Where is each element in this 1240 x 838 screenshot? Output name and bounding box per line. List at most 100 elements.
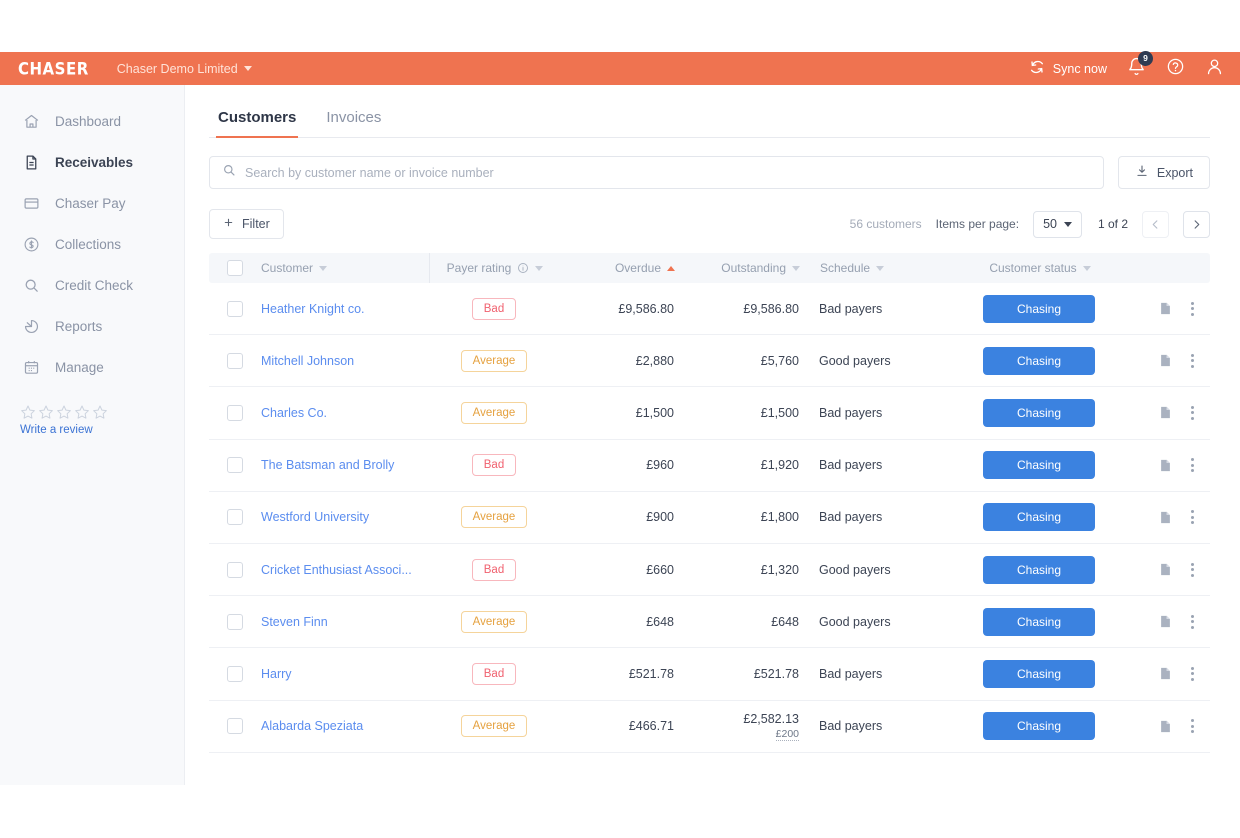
page-document-icon[interactable] bbox=[1158, 458, 1173, 473]
table-row[interactable]: Cricket Enthusiast Associ... Bad £660 £1… bbox=[209, 544, 1210, 597]
sidebar-item-credit-check[interactable]: Credit Check bbox=[0, 265, 184, 306]
info-icon[interactable] bbox=[517, 262, 529, 274]
next-page-button[interactable] bbox=[1183, 210, 1210, 238]
sidebar-label: Manage bbox=[55, 360, 104, 375]
chaser-logo[interactable]: CHASER bbox=[18, 58, 89, 78]
row-more-options-button[interactable] bbox=[1191, 458, 1194, 473]
row-more-options-button[interactable] bbox=[1191, 301, 1194, 316]
page-document-icon[interactable] bbox=[1158, 301, 1173, 316]
sidebar-label: Dashboard bbox=[55, 114, 122, 129]
table-row[interactable]: Mitchell Johnson Average £2,880 £5,760 G… bbox=[209, 335, 1210, 388]
row-more-options-button[interactable] bbox=[1191, 666, 1194, 681]
customer-name-link[interactable]: Mitchell Johnson bbox=[261, 354, 354, 368]
row-checkbox[interactable] bbox=[227, 404, 243, 421]
sidebar-label: Credit Check bbox=[55, 278, 134, 293]
page-document-icon[interactable] bbox=[1158, 614, 1173, 629]
customer-status-button[interactable]: Chasing bbox=[983, 712, 1095, 741]
row-checkbox[interactable] bbox=[227, 613, 243, 630]
row-checkbox[interactable] bbox=[227, 457, 243, 474]
row-actions-cell bbox=[1114, 458, 1210, 473]
row-checkbox[interactable] bbox=[227, 561, 243, 578]
customer-name-link[interactable]: Alabarda Speziata bbox=[261, 719, 363, 733]
help-icon[interactable] bbox=[1166, 57, 1185, 81]
search-icon bbox=[22, 277, 41, 294]
user-account-icon[interactable] bbox=[1205, 57, 1224, 81]
company-selector[interactable]: Chaser Demo Limited bbox=[117, 62, 252, 76]
row-checkbox[interactable] bbox=[227, 300, 243, 317]
customer-status-button[interactable]: Chasing bbox=[983, 503, 1095, 532]
row-select-cell bbox=[209, 665, 261, 682]
customer-status-button[interactable]: Chasing bbox=[983, 555, 1095, 584]
row-select-cell bbox=[209, 300, 261, 317]
column-overdue[interactable]: Overdue bbox=[560, 261, 675, 275]
filter-button[interactable]: Filter bbox=[209, 209, 284, 239]
customer-name-link[interactable]: Westford University bbox=[261, 510, 369, 524]
table-row[interactable]: Westford University Average £900 £1,800 … bbox=[209, 492, 1210, 544]
previous-page-button[interactable] bbox=[1142, 210, 1169, 238]
page-document-icon[interactable] bbox=[1158, 562, 1173, 577]
sidebar-label: Chaser Pay bbox=[55, 196, 126, 211]
row-actions-cell bbox=[1114, 353, 1210, 368]
write-a-review-link[interactable]: Write a review bbox=[20, 424, 184, 436]
page-document-icon[interactable] bbox=[1158, 405, 1173, 420]
customer-name-link[interactable]: Harry bbox=[261, 667, 292, 681]
sidebar-item-chaser-pay[interactable]: Chaser Pay bbox=[0, 183, 184, 224]
row-checkbox[interactable] bbox=[227, 509, 243, 526]
customer-name-link[interactable]: Cricket Enthusiast Associ... bbox=[261, 563, 412, 577]
table-row[interactable]: Charles Co. Average £1,500 £1,500 Bad pa… bbox=[209, 387, 1210, 440]
search-box[interactable] bbox=[209, 156, 1104, 189]
tab-invoices[interactable]: Invoices bbox=[326, 109, 381, 137]
schedule-cell: Bad payers bbox=[819, 510, 883, 525]
customer-name-link[interactable]: Charles Co. bbox=[261, 406, 327, 420]
page-document-icon[interactable] bbox=[1158, 666, 1173, 681]
sidebar-item-dashboard[interactable]: Dashboard bbox=[0, 101, 184, 142]
column-payer-rating[interactable]: Payer rating bbox=[430, 261, 560, 275]
search-input[interactable] bbox=[245, 165, 1091, 180]
table-row[interactable]: The Batsman and Brolly Bad £960 £1,920 B… bbox=[209, 440, 1210, 492]
page-document-icon[interactable] bbox=[1158, 510, 1173, 525]
customer-status-button[interactable]: Chasing bbox=[983, 294, 1095, 323]
notifications-button[interactable]: 9 bbox=[1127, 50, 1153, 81]
page-document-icon[interactable] bbox=[1158, 719, 1173, 734]
tab-customers[interactable]: Customers bbox=[215, 109, 299, 138]
table-row[interactable]: Harry Bad £521.78 £521.78 Bad payers Cha… bbox=[209, 648, 1210, 701]
customer-status-button[interactable]: Chasing bbox=[983, 451, 1095, 480]
page-document-icon[interactable] bbox=[1158, 353, 1173, 368]
customer-status-button[interactable]: Chasing bbox=[983, 398, 1095, 427]
sidebar-item-receivables[interactable]: Receivables bbox=[0, 142, 184, 183]
row-more-options-button[interactable] bbox=[1191, 405, 1194, 420]
column-customer-status[interactable]: Customer status bbox=[965, 261, 1115, 275]
outstanding-sub-amount[interactable]: £200 bbox=[775, 728, 799, 741]
schedule-cell: Bad payers bbox=[819, 301, 883, 316]
sidebar-item-reports[interactable]: Reports bbox=[0, 306, 184, 347]
customer-status-button[interactable]: Chasing bbox=[983, 659, 1095, 688]
row-more-options-button[interactable] bbox=[1191, 353, 1194, 368]
column-outstanding[interactable]: Outstanding bbox=[675, 261, 800, 275]
customer-status-button[interactable]: Chasing bbox=[983, 346, 1095, 375]
table-row[interactable]: Steven Finn Average £648 £648 Good payer… bbox=[209, 596, 1210, 649]
row-checkbox[interactable] bbox=[227, 352, 243, 369]
table-row[interactable]: Heather Knight co. Bad £9,586.80 £9,586.… bbox=[209, 283, 1210, 336]
row-checkbox[interactable] bbox=[227, 718, 243, 735]
row-more-options-button[interactable] bbox=[1191, 510, 1194, 525]
customer-status-button[interactable]: Chasing bbox=[983, 607, 1095, 636]
select-all-checkbox[interactable] bbox=[227, 260, 243, 276]
star-icon bbox=[21, 405, 35, 419]
sidebar-item-collections[interactable]: Collections bbox=[0, 224, 184, 265]
sync-now-button[interactable]: Sync now bbox=[1029, 59, 1107, 78]
customer-name-link[interactable]: The Batsman and Brolly bbox=[261, 458, 394, 472]
row-checkbox[interactable] bbox=[227, 665, 243, 682]
table-row[interactable]: Alabarda Speziata Average £466.71 £2,582… bbox=[209, 701, 1210, 753]
row-more-options-button[interactable] bbox=[1191, 719, 1194, 734]
column-schedule[interactable]: Schedule bbox=[800, 261, 965, 275]
customer-status-cell: Chasing bbox=[964, 346, 1114, 375]
row-more-options-button[interactable] bbox=[1191, 562, 1194, 577]
sidebar-item-manage[interactable]: Manage bbox=[0, 347, 184, 388]
items-per-page-select[interactable]: 50 bbox=[1033, 210, 1082, 238]
customer-name-link[interactable]: Steven Finn bbox=[261, 615, 328, 629]
row-more-options-button[interactable] bbox=[1191, 614, 1194, 629]
column-customer[interactable]: Customer bbox=[261, 261, 429, 275]
star-rating[interactable] bbox=[20, 404, 184, 420]
customer-name-link[interactable]: Heather Knight co. bbox=[261, 302, 365, 316]
export-button[interactable]: Export bbox=[1117, 156, 1210, 189]
